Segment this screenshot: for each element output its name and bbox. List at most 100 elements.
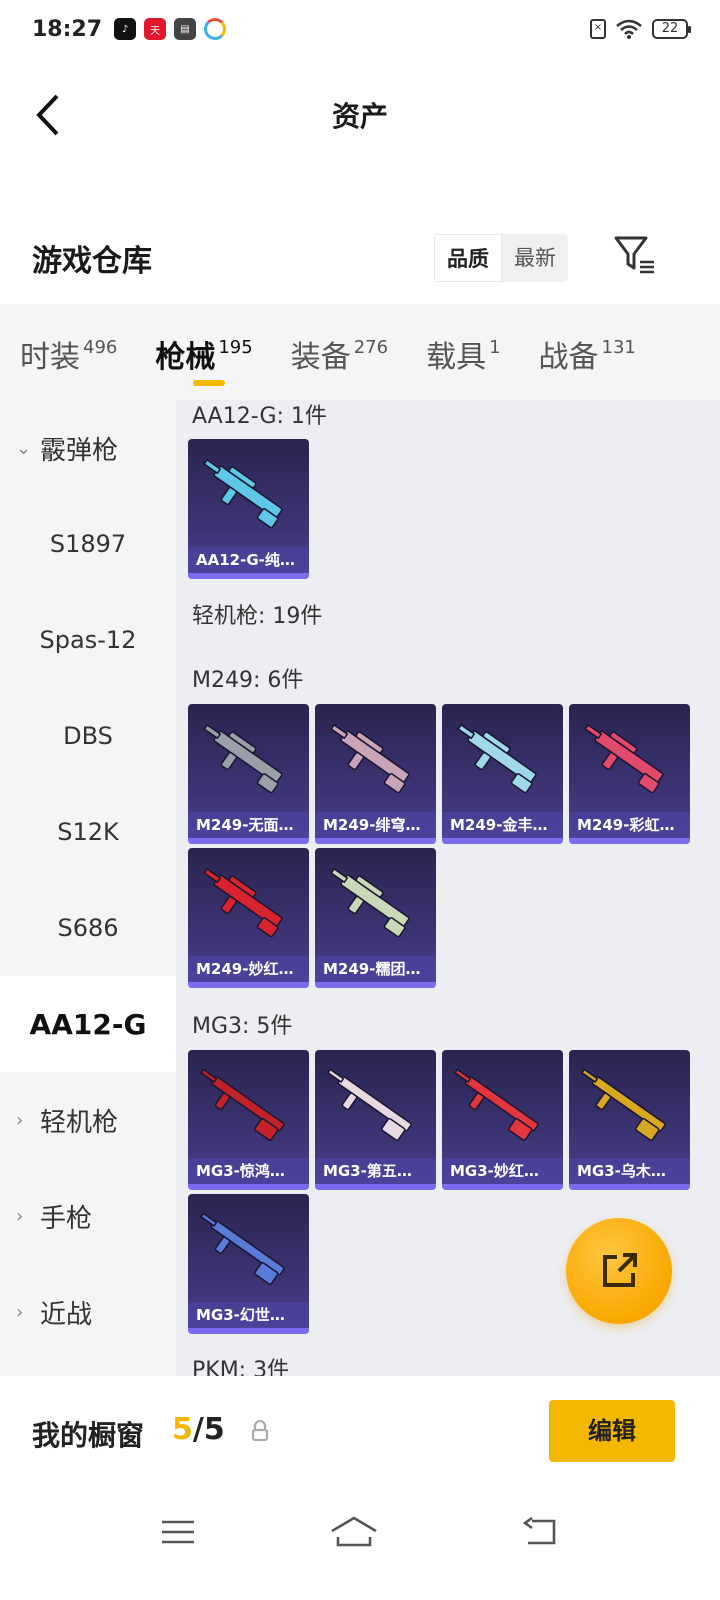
weapon-card-name: MG3-妙红… [442, 1158, 563, 1184]
app-header: 资产 [0, 75, 720, 155]
weapon-card[interactable]: M249-绯穹… [315, 704, 436, 844]
chevron-right-icon: › [16, 1205, 24, 1227]
tab-vehicles[interactable]: 载具 1 [426, 304, 500, 400]
section-title: 游戏仓库 [32, 244, 152, 279]
nav-home-button[interactable] [326, 1510, 382, 1554]
wallet-icon: ▤ [174, 18, 197, 40]
sidebar-item-dbs[interactable]: DBS [0, 688, 176, 784]
tab-firearms[interactable]: 枪械 195 [155, 304, 253, 400]
filter-button[interactable] [612, 232, 658, 278]
sidebar-item-s12k[interactable]: S12K [0, 784, 176, 880]
showcase-count: 5/5 [172, 1412, 225, 1447]
tab-label: 枪械 [155, 340, 216, 375]
sort-quality-option[interactable]: 品质 [434, 234, 502, 282]
sidebar-item-pistol[interactable]: › 手枪 [0, 1168, 176, 1264]
rarity-bar [188, 838, 309, 844]
sidebar-item-label: S12K [57, 818, 119, 846]
tab-count: 195 [218, 337, 253, 358]
tab-equipment[interactable]: 装备 276 [291, 304, 388, 400]
sidebar-item-s1897[interactable]: S1897 [0, 496, 176, 592]
weapon-card-name: AA12-G-纯… [188, 547, 309, 573]
weapon-card-name: M249-绯穹… [315, 812, 436, 838]
weapon-card[interactable]: M249-金丰… [442, 704, 563, 844]
weapon-card[interactable]: MG3-惊鸿… [188, 1050, 309, 1190]
rarity-bar [188, 1184, 309, 1190]
nav-back-button[interactable] [512, 1510, 568, 1554]
tab-label: 战备 [538, 340, 599, 375]
sort-toggle: 品质 最新 [434, 234, 568, 282]
rifle-icon [203, 458, 283, 529]
weapon-card[interactable]: MG3-妙红… [442, 1050, 563, 1190]
tiktok-icon: ♪ [114, 18, 137, 40]
tab-supplies[interactable]: 战备 131 [539, 304, 636, 400]
weapon-card-name: MG3-第五… [315, 1158, 436, 1184]
page-title: 资产 [331, 100, 388, 133]
sidebar-item-label: 近战 [40, 1299, 93, 1330]
machine-gun-icon [580, 1068, 666, 1141]
weapon-card[interactable]: MG3-第五… [315, 1050, 436, 1190]
weapon-card-name: MG3-幻世… [188, 1302, 309, 1328]
weapon-card-name: M249-无面… [188, 812, 309, 838]
sidebar-item-lmg[interactable]: › 轻机枪 [0, 1072, 176, 1168]
machine-gun-icon [453, 1068, 539, 1141]
weapon-card[interactable]: MG3-幻世… [188, 1194, 309, 1334]
showcase-bar: 我的橱窗 5/5 编辑 [0, 1376, 720, 1488]
rifle-icon [330, 723, 410, 794]
lock-icon [251, 1420, 269, 1442]
weapon-card-name: MG3-惊鸿… [188, 1158, 309, 1184]
rarity-bar [442, 838, 563, 844]
machine-gun-icon [199, 1068, 285, 1141]
tab-fashion[interactable]: 时装 496 [20, 304, 117, 400]
battery-icon: 22 [652, 19, 691, 39]
home-icon [331, 1516, 377, 1547]
rarity-bar [569, 838, 690, 844]
rifle-icon [203, 723, 283, 794]
rifle-icon [584, 723, 664, 794]
chevron-down-icon: ⌄ [16, 437, 32, 459]
sidebar-item-spas12[interactable]: Spas-12 [0, 592, 176, 688]
machine-gun-icon [199, 1212, 285, 1285]
category-tabs: 时装 496 枪械 195 装备 276 载具 1 战备 131 [0, 304, 720, 400]
status-bar: 18:27 ♪ 天 ▤ × 22 [0, 0, 720, 58]
group-label: 轻机枪: 19件 [192, 604, 323, 629]
rifle-icon [457, 723, 537, 794]
rarity-bar [569, 1184, 690, 1190]
chevron-right-icon: › [16, 1109, 24, 1131]
menu-icon [162, 1520, 194, 1544]
nav-menu-button[interactable] [150, 1510, 206, 1554]
sidebar-item-label: S1897 [49, 530, 127, 558]
share-fab[interactable] [566, 1218, 672, 1324]
tianmao-icon: 天 [144, 18, 167, 40]
weapon-card-name: M249-金丰… [442, 812, 563, 838]
status-time: 18:27 [32, 16, 103, 42]
rarity-bar [188, 982, 309, 988]
rarity-bar [188, 573, 309, 579]
machine-gun-icon [326, 1068, 412, 1141]
weapon-card[interactable]: M249-彩虹… [569, 704, 690, 844]
showcase-label: 我的橱窗 [32, 1419, 145, 1452]
tab-label: 载具 [426, 340, 487, 375]
group-label: AA12-G: 1件 [192, 404, 327, 429]
weapon-card[interactable]: M249-糯团… [315, 848, 436, 988]
filter-icon [614, 236, 654, 274]
warehouse-header: 游戏仓库 品质 最新 [0, 228, 720, 284]
weapon-card[interactable]: M249-妙红… [188, 848, 309, 988]
sidebar-item-aa12g[interactable]: AA12-G [0, 976, 176, 1072]
sidebar-item-shotgun[interactable]: ⌄ 霰弹枪 [0, 400, 176, 496]
sidebar-item-s686[interactable]: S686 [0, 880, 176, 976]
tab-label: 装备 [290, 340, 351, 375]
sidebar-item-label: 霰弹枪 [40, 435, 119, 466]
status-indicators: × 22 [590, 19, 691, 39]
weapon-card-name: M249-彩虹… [569, 812, 690, 838]
weapon-card[interactable]: AA12-G-纯… [188, 439, 309, 579]
rarity-bar [442, 1184, 563, 1190]
rarity-bar [315, 1184, 436, 1190]
showcase-total-count: /5 [192, 1412, 225, 1447]
no-sim-icon: × [590, 19, 606, 39]
sidebar-item-melee[interactable]: › 近战 [0, 1264, 176, 1360]
edit-button[interactable]: 编辑 [549, 1400, 675, 1462]
rarity-bar [188, 1328, 309, 1334]
sort-newest-option[interactable]: 最新 [502, 234, 568, 282]
weapon-card[interactable]: M249-无面… [188, 704, 309, 844]
weapon-card[interactable]: MG3-乌木… [569, 1050, 690, 1190]
